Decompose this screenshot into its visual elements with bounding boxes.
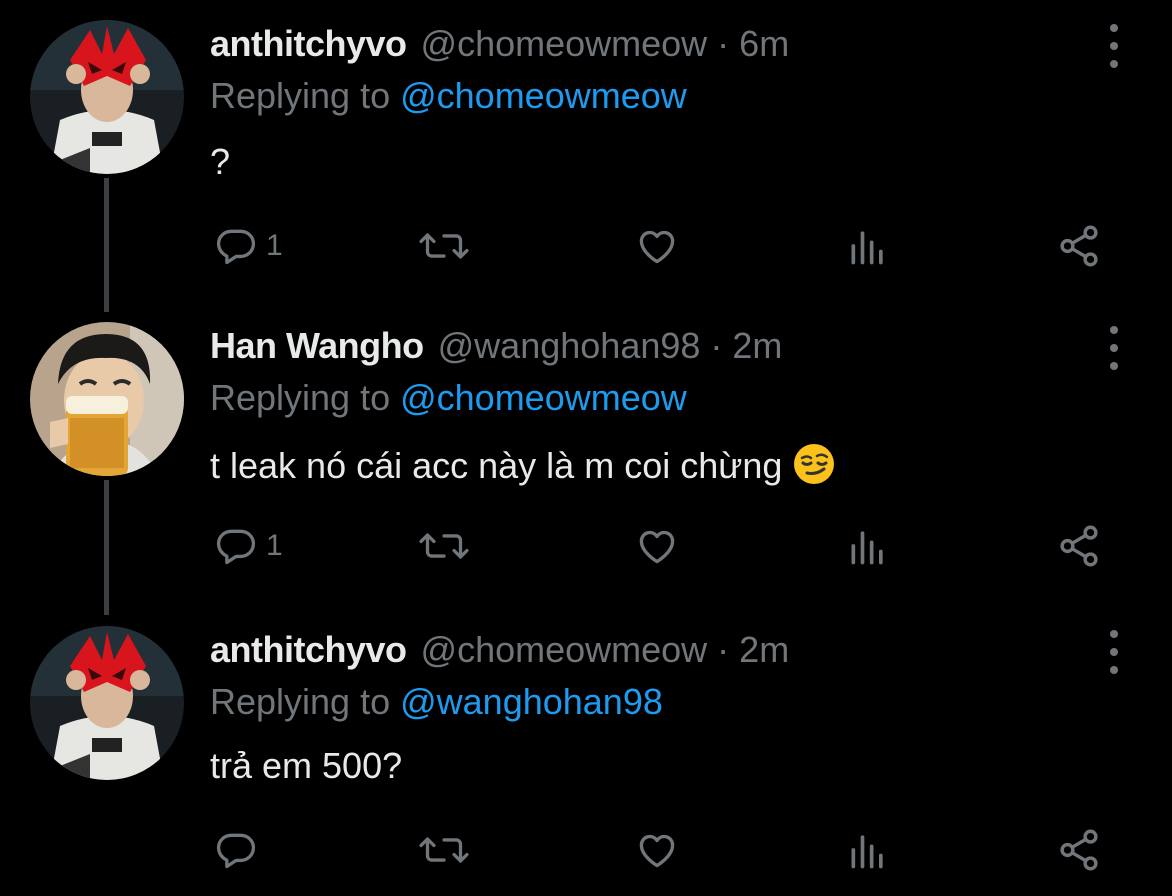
smirking-face-icon	[794, 444, 835, 484]
reply-count: 1	[266, 229, 283, 262]
reply-icon	[216, 529, 256, 565]
views-icon	[851, 231, 883, 265]
reply-button[interactable]	[214, 822, 266, 878]
tweet-header: anthitchyvo @chomeowmeow · 6m	[210, 20, 789, 68]
share-icon	[1060, 225, 1098, 267]
avatar[interactable]	[30, 322, 184, 476]
retweet-icon	[419, 533, 469, 559]
reply-button[interactable]: 1	[214, 518, 283, 574]
views-icon	[851, 531, 883, 565]
share-icon	[1060, 829, 1098, 871]
tweet-text: ?	[210, 141, 231, 182]
retweet-button[interactable]	[418, 218, 470, 274]
share-button[interactable]	[1056, 822, 1102, 878]
avatar[interactable]	[30, 626, 184, 780]
display-name[interactable]: anthitchyvo	[210, 20, 407, 68]
handle-and-time: @chomeowmeow · 2m	[420, 629, 790, 670]
tweet-text: t leak nó cái acc này là m coi chừng	[210, 445, 783, 486]
like-icon	[639, 230, 675, 264]
tweet[interactable]: anthitchyvo @chomeowmeow · 6m Replying t…	[0, 20, 1172, 300]
more-options-icon[interactable]	[1100, 24, 1128, 68]
retweet-icon	[419, 233, 469, 259]
replying-prefix: Replying to	[210, 75, 401, 116]
views-button[interactable]	[846, 518, 890, 574]
more-options-icon[interactable]	[1100, 326, 1128, 370]
tweet-text: trả em 500?	[210, 745, 403, 786]
like-icon	[639, 530, 675, 564]
mention-link[interactable]: @chomeowmeow	[400, 377, 687, 418]
display-name[interactable]: anthitchyvo	[210, 626, 407, 674]
replying-to: Replying to @wanghohan98	[210, 678, 663, 726]
reply-count: 1	[266, 529, 283, 562]
like-button[interactable]	[634, 218, 680, 274]
avatar[interactable]	[30, 20, 184, 174]
reply-icon	[216, 229, 256, 265]
retweet-button[interactable]	[418, 822, 470, 878]
views-button[interactable]	[846, 218, 890, 274]
tweet-header: Han Wangho @wanghohan98 · 2m	[210, 322, 782, 370]
views-icon	[851, 835, 883, 869]
retweet-button[interactable]	[418, 518, 470, 574]
display-name[interactable]: Han Wangho	[210, 322, 424, 370]
replying-prefix: Replying to	[210, 681, 401, 722]
handle-and-time: @wanghohan98 · 2m	[437, 325, 783, 366]
replying-prefix: Replying to	[210, 377, 401, 418]
more-options-icon[interactable]	[1100, 630, 1128, 674]
reply-icon	[216, 833, 256, 869]
views-button[interactable]	[846, 822, 890, 878]
tweet-header: anthitchyvo @chomeowmeow · 2m	[210, 626, 789, 674]
share-button[interactable]	[1056, 218, 1102, 274]
tweet-text-row: t leak nó cái acc này là m coi chừng	[210, 442, 836, 490]
share-icon	[1060, 525, 1098, 567]
like-button[interactable]	[634, 518, 680, 574]
mention-link[interactable]: @chomeowmeow	[400, 75, 687, 116]
like-button[interactable]	[634, 822, 680, 878]
share-button[interactable]	[1056, 518, 1102, 574]
replying-to: Replying to @chomeowmeow	[210, 72, 687, 120]
reply-button[interactable]: 1	[214, 218, 283, 274]
mention-link[interactable]: @wanghohan98	[400, 681, 663, 722]
like-icon	[639, 834, 675, 868]
tweet[interactable]: anthitchyvo @chomeowmeow · 2m Replying t…	[0, 626, 1172, 896]
replying-to: Replying to @chomeowmeow	[210, 374, 687, 422]
handle-and-time: @chomeowmeow · 6m	[420, 23, 790, 64]
retweet-icon	[419, 837, 469, 863]
tweet[interactable]: Han Wangho @wanghohan98 · 2m Replying to…	[0, 322, 1172, 602]
